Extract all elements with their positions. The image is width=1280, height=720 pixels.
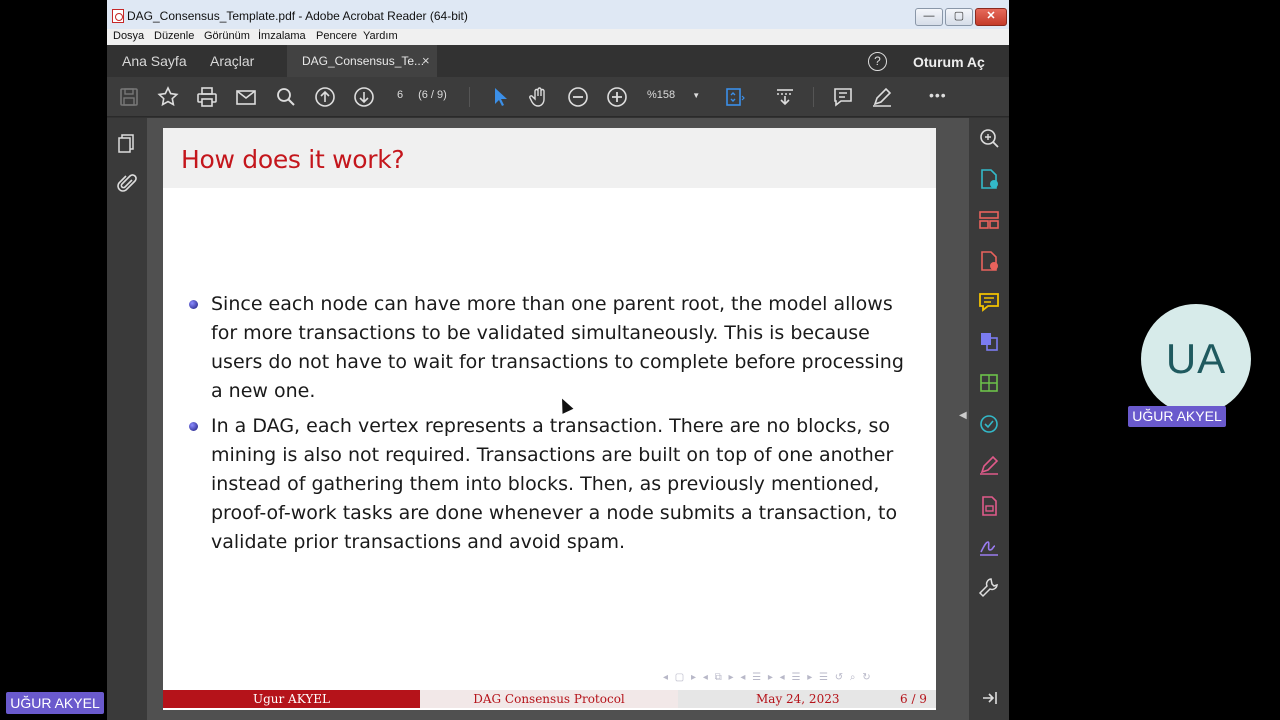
right-tools-pane: ◀ xyxy=(959,118,1009,720)
zoom-in-icon[interactable] xyxy=(605,85,629,109)
pdf-page: How does it work? Since each node can ha… xyxy=(163,128,936,710)
page-count: (6 / 9) xyxy=(418,89,447,101)
email-icon[interactable] xyxy=(234,85,258,109)
tab-home[interactable]: Ana Sayfa xyxy=(122,53,187,69)
participant-name-badge: UĞUR AKYEL xyxy=(1128,406,1226,427)
menu-bar: Dosya Düzenle Görünüm İmzalama Pencere Y… xyxy=(107,29,1009,45)
zoom-level-value: %158 xyxy=(647,89,676,101)
menu-file[interactable]: Dosya xyxy=(113,30,144,42)
save-icon[interactable] xyxy=(117,85,141,109)
sign-in-button[interactable]: Oturum Aç xyxy=(913,54,985,70)
footer-page-number: 6 / 9 xyxy=(900,692,927,706)
expand-pane-icon[interactable] xyxy=(977,686,1001,710)
close-window-button[interactable]: ✕ xyxy=(975,8,1007,26)
page-indicator[interactable]: 6 (6 / 9) xyxy=(397,89,447,101)
pdf-app-icon xyxy=(112,9,124,23)
bullet-item: In a DAG, each vertex represents a trans… xyxy=(189,412,911,557)
print-icon[interactable] xyxy=(195,85,219,109)
page-thumbnails-icon[interactable] xyxy=(115,132,139,156)
footer-topic: DAG Consensus Protocol xyxy=(420,690,678,708)
zoom-level-select[interactable]: %158 ▼ xyxy=(647,89,700,101)
bullet-text: In a DAG, each vertex represents a trans… xyxy=(211,415,898,553)
select-cursor-icon[interactable] xyxy=(488,85,512,109)
slide-title: How does it work? xyxy=(181,145,405,174)
fill-sign-icon[interactable] xyxy=(977,453,1001,477)
acrobat-window: DAG_Consensus_Template.pdf - Adobe Acrob… xyxy=(107,0,1009,720)
toolbar-divider xyxy=(813,87,814,107)
footer-author: Ugur AKYEL xyxy=(163,690,420,708)
bullet-dot xyxy=(189,422,198,431)
slide-footer: Ugur AKYEL DAG Consensus Protocol May 24… xyxy=(163,690,936,708)
comment-tool-icon[interactable] xyxy=(977,290,1001,314)
chevron-down-icon: ▼ xyxy=(692,91,701,100)
maximize-button[interactable]: ▢ xyxy=(945,8,973,26)
hand-tool-icon[interactable] xyxy=(527,85,551,109)
tab-document[interactable]: DAG_Consensus_Te... × xyxy=(287,45,437,77)
close-tab-icon[interactable]: × xyxy=(422,53,430,68)
slide-bullet-list: Since each node can have more than one p… xyxy=(189,290,911,563)
organize-pages-icon[interactable] xyxy=(977,208,1001,232)
title-bar: DAG_Consensus_Template.pdf - Adobe Acrob… xyxy=(107,0,1009,29)
minimize-button[interactable]: — xyxy=(915,8,943,26)
collapse-right-pane-icon[interactable]: ◀ xyxy=(959,410,967,421)
highlight-pen-icon[interactable] xyxy=(870,85,894,109)
menu-help[interactable]: Yardım xyxy=(363,30,398,42)
export-pdf-icon[interactable] xyxy=(977,249,1001,273)
footer-date-page: May 24, 2023 6 / 9 xyxy=(678,690,936,708)
tab-bar: Ana Sayfa Araçlar DAG_Consensus_Te... × … xyxy=(107,45,1009,77)
more-tools-wrench-icon[interactable] xyxy=(977,575,1001,599)
slide-header: How does it work? xyxy=(163,128,936,188)
send-for-review-icon[interactable] xyxy=(977,412,1001,436)
left-navigation-pane: ◀ xyxy=(107,118,159,720)
zoom-search-icon[interactable] xyxy=(977,126,1001,150)
protect-pdf-icon[interactable] xyxy=(977,494,1001,518)
attachments-paperclip-icon[interactable] xyxy=(115,172,139,196)
comment-icon[interactable] xyxy=(831,85,855,109)
previous-page-icon[interactable] xyxy=(313,85,337,109)
combine-files-icon[interactable] xyxy=(977,330,1001,354)
toolbar: 6 (6 / 9) %158 ▼ ••• xyxy=(107,77,1009,117)
document-viewport[interactable]: How does it work? Since each node can ha… xyxy=(147,118,988,720)
bullet-item: Since each node can have more than one p… xyxy=(189,290,911,406)
bookmark-star-icon[interactable] xyxy=(156,85,180,109)
menu-view[interactable]: Görünüm xyxy=(204,30,250,42)
tab-tools[interactable]: Araçlar xyxy=(210,53,254,69)
next-page-icon[interactable] xyxy=(352,85,376,109)
menu-edit[interactable]: Düzenle xyxy=(154,30,194,42)
zoom-out-icon[interactable] xyxy=(566,85,590,109)
screen: DAG_Consensus_Template.pdf - Adobe Acrob… xyxy=(0,0,1280,720)
help-icon[interactable]: ? xyxy=(868,52,887,71)
request-signature-icon[interactable] xyxy=(977,534,1001,558)
page-number-input[interactable]: 6 xyxy=(397,89,415,101)
self-name-badge: UĞUR AKYEL xyxy=(6,692,104,714)
menu-sign[interactable]: İmzalama xyxy=(258,30,306,42)
footer-date: May 24, 2023 xyxy=(756,692,840,706)
participant-avatar: UA xyxy=(1141,304,1251,414)
bullet-dot xyxy=(189,300,198,309)
bullet-text: Since each node can have more than one p… xyxy=(211,293,904,402)
fit-page-icon[interactable] xyxy=(723,85,747,109)
more-tools-icon[interactable]: ••• xyxy=(929,87,947,103)
tab-document-label: DAG_Consensus_Te... xyxy=(302,54,425,68)
scrolling-mode-icon[interactable] xyxy=(773,85,797,109)
create-pdf-icon[interactable] xyxy=(977,167,1001,191)
compress-pdf-icon[interactable] xyxy=(977,371,1001,395)
toolbar-divider xyxy=(469,87,470,107)
window-title: DAG_Consensus_Template.pdf - Adobe Acrob… xyxy=(127,9,468,23)
beamer-navigation-symbols: ◂ ▢ ▸ ◂ ⧉ ▸ ◂ ☰ ▸ ◂ ☰ ▸ ☰ ↺ ⌕ ↻ xyxy=(663,672,873,683)
search-icon[interactable] xyxy=(274,85,298,109)
menu-window[interactable]: Pencere xyxy=(316,30,357,42)
